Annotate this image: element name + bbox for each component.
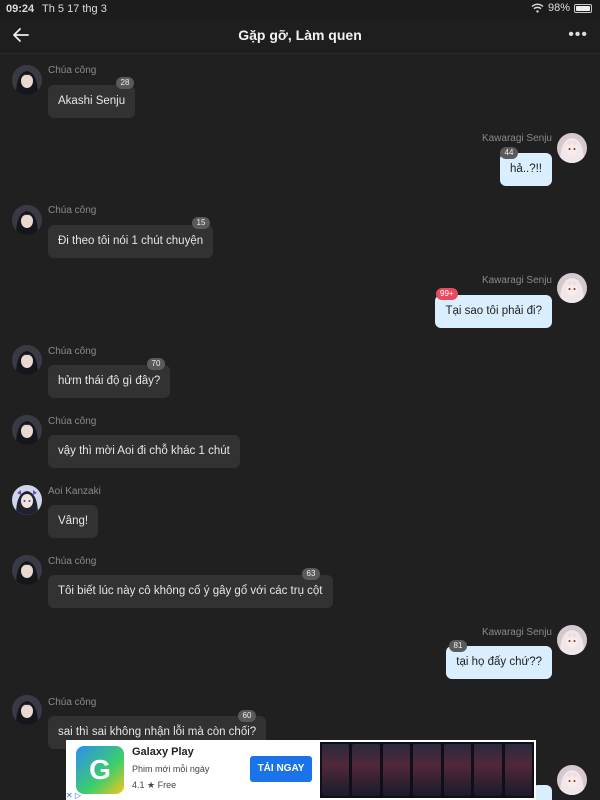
- status-bar: 09:24 Th 5 17 thg 3 98%: [0, 0, 600, 18]
- message-sender: Chúa công: [48, 346, 97, 357]
- message-bubble[interactable]: vậy thì mời Aoi đi chỗ khác 1 chút: [48, 435, 240, 468]
- avatar-chua-cong[interactable]: [12, 345, 42, 375]
- chat-title: Gặp gỡ, Làm quen: [238, 27, 362, 43]
- message-sender: Chúa công: [48, 65, 97, 76]
- level-badge: 60: [238, 710, 256, 722]
- avatar-chua-cong[interactable]: [12, 415, 42, 445]
- level-badge: 63: [302, 568, 320, 580]
- galaxy-play-logo: G: [76, 746, 124, 794]
- ad-choices-icon[interactable]: ✕ ▷: [66, 791, 81, 800]
- message-bubble[interactable]: Tôi biết lúc này cô không cố ý gây gổ vớ…: [48, 575, 333, 608]
- message-bubble[interactable]: Akashi Senju: [48, 85, 136, 118]
- status-right: 98%: [531, 2, 592, 14]
- avatar-chua-cong[interactable]: [12, 695, 42, 725]
- avatar-chua-cong[interactable]: [12, 65, 42, 95]
- message-sender: Kawaragi Senju: [481, 627, 552, 638]
- message-sender: Chúa công: [48, 556, 97, 567]
- ad-screenshot: [382, 744, 411, 796]
- ad-screenshot: [413, 744, 441, 796]
- message-bubble[interactable]: Tại sao tôi phải đi?: [435, 295, 552, 328]
- level-badge: 44: [500, 147, 518, 159]
- avatar-kawaragi-senju[interactable]: [557, 273, 587, 303]
- avatar-chua-cong[interactable]: [12, 205, 42, 235]
- ad-subtitle: Phim mới mỗi ngày: [132, 764, 210, 774]
- avatar-chua-cong[interactable]: [12, 555, 42, 585]
- ad-screenshot: [443, 744, 472, 796]
- ad-screenshot: [352, 744, 380, 796]
- level-badge: 15: [192, 217, 210, 229]
- status-date: Th 5 17 thg 3: [42, 3, 107, 15]
- ad-screenshot: [474, 744, 502, 796]
- ad-banner[interactable]: G Galaxy Play Phim mới mỗi ngày 4.1 ★ Fr…: [66, 740, 536, 800]
- avatar-aoi-kanzaki[interactable]: [12, 485, 42, 515]
- message-sender: Kawaragi Senju: [481, 133, 552, 144]
- level-badge: 81: [449, 640, 467, 652]
- avatar-kawaragi-senju[interactable]: [557, 765, 587, 795]
- ad-screenshot: [322, 744, 350, 796]
- message-sender: Chúa công: [48, 416, 97, 427]
- ad-rating: 4.1 ★ Free: [132, 780, 177, 790]
- level-badge: 70: [147, 358, 165, 370]
- chat-header: Gặp gỡ, Làm quen •••: [0, 18, 600, 54]
- ad-app-name[interactable]: Galaxy Play: [132, 746, 194, 758]
- level-badge: 28: [116, 77, 134, 89]
- avatar-kawaragi-senju[interactable]: [557, 133, 587, 163]
- ad-install-button[interactable]: TẢI NGAY: [250, 756, 312, 782]
- message-bubble[interactable]: Vâng!: [48, 505, 99, 538]
- status-time: 09:24: [6, 3, 35, 15]
- wifi-icon: [531, 3, 544, 13]
- ad-screenshots[interactable]: [320, 742, 534, 798]
- message-sender: Aoi Kanzaki: [48, 486, 101, 497]
- ad-screenshot: [504, 744, 532, 796]
- message-sender: Kawaragi Senju: [481, 275, 552, 286]
- message-sender: Chúa công: [48, 205, 97, 216]
- level-badge: 99+: [436, 288, 458, 300]
- more-options-icon[interactable]: •••: [568, 26, 588, 44]
- battery-percent: 98%: [547, 2, 570, 14]
- avatar-kawaragi-senju[interactable]: [557, 625, 587, 655]
- chat-messages[interactable]: Chúa công Akashi Senju 28 Kawaragi Senju…: [0, 55, 600, 800]
- message-sender: Chúa công: [48, 697, 97, 708]
- message-bubble[interactable]: Đi theo tôi nói 1 chút chuyện: [48, 225, 214, 258]
- battery-icon: [574, 3, 592, 13]
